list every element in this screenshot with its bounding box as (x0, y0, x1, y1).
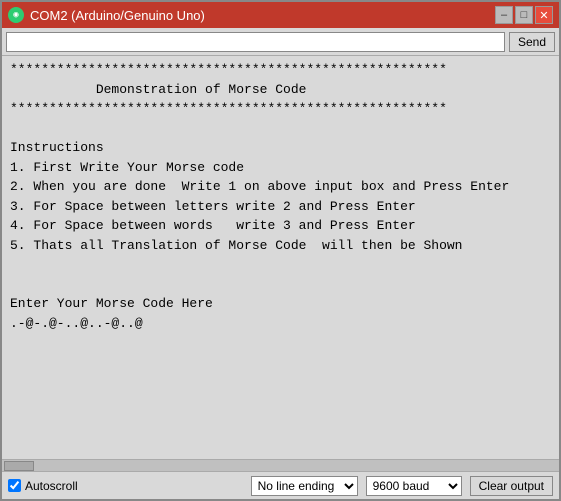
autoscroll-container: Autoscroll (8, 479, 78, 493)
close-button[interactable]: ✕ (535, 6, 553, 24)
minimize-button[interactable]: – (495, 6, 513, 24)
maximize-button[interactable]: □ (515, 6, 533, 24)
serial-input[interactable] (6, 32, 505, 52)
horizontal-scrollbar[interactable] (2, 459, 559, 471)
bottom-bar: Autoscroll No line endingNewlineCarriage… (2, 471, 559, 499)
baud-rate-dropdown[interactable]: 300 baud1200 baud2400 baud4800 baud9600 … (366, 476, 462, 496)
clear-output-button[interactable]: Clear output (470, 476, 553, 496)
title-bar-left: ◉ COM2 (Arduino/Genuino Uno) (8, 7, 205, 23)
serial-monitor-output: ****************************************… (2, 56, 559, 459)
top-bar: Send (2, 28, 559, 56)
autoscroll-checkbox[interactable] (8, 479, 21, 492)
output-text: ****************************************… (10, 60, 551, 333)
window: ◉ COM2 (Arduino/Genuino Uno) – □ ✕ Send … (0, 0, 561, 501)
scrollbar-thumb[interactable] (4, 461, 34, 471)
autoscroll-label: Autoscroll (25, 479, 78, 493)
send-button[interactable]: Send (509, 32, 555, 52)
title-bar: ◉ COM2 (Arduino/Genuino Uno) – □ ✕ (2, 2, 559, 28)
line-ending-dropdown[interactable]: No line endingNewlineCarriage returnBoth… (251, 476, 358, 496)
title-buttons: – □ ✕ (495, 6, 553, 24)
window-title: COM2 (Arduino/Genuino Uno) (30, 8, 205, 23)
app-icon: ◉ (8, 7, 24, 23)
